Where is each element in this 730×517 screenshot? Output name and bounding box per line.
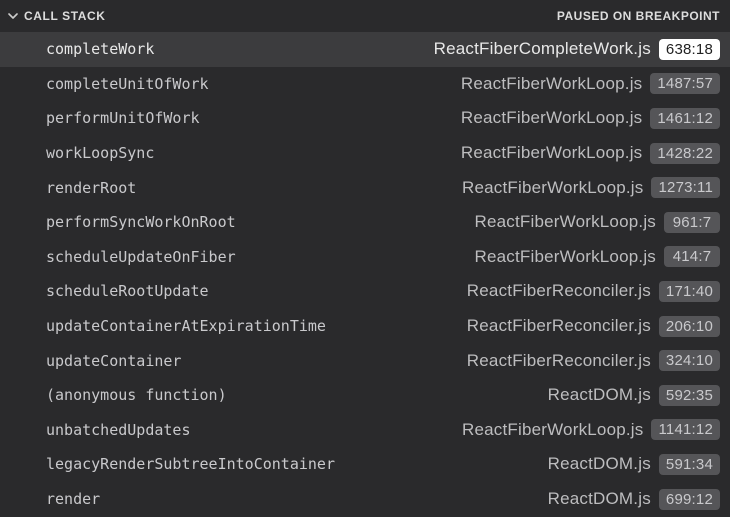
frame-file: ReactFiberReconciler.js <box>467 351 651 371</box>
stack-frame[interactable]: updateContainerAtExpirationTime ReactFibe… <box>0 309 730 344</box>
frame-file: ReactFiberWorkLoop.js <box>462 178 644 198</box>
frame-location: 638:18 <box>659 39 720 60</box>
frame-file: ReactDOM.js <box>548 454 651 474</box>
frame-location: 324:10 <box>659 350 720 371</box>
frame-function: renderRoot <box>46 179 136 197</box>
stack-frame[interactable]: scheduleUpdateOnFiber ReactFiberWorkLoop.… <box>0 240 730 275</box>
stack-frame[interactable]: unbatchedUpdates ReactFiberWorkLoop.js 114… <box>0 413 730 448</box>
chevron-down-icon[interactable] <box>8 11 18 21</box>
stack-frame[interactable]: performUnitOfWork ReactFiberWorkLoop.js 14… <box>0 101 730 136</box>
frame-location: 1461:12 <box>650 108 720 129</box>
frame-file: ReactFiberWorkLoop.js <box>461 143 643 163</box>
frame-file: ReactFiberReconciler.js <box>467 281 651 301</box>
section-title: CALL STACK <box>24 9 106 23</box>
stack-frame[interactable]: renderRoot ReactFiberWorkLoop.js 1273:11 <box>0 170 730 205</box>
frame-file: ReactDOM.js <box>548 385 651 405</box>
stack-frame[interactable]: scheduleRootUpdate ReactFiberReconciler.j… <box>0 274 730 309</box>
stack-frame[interactable]: render ReactDOM.js 699:12 <box>0 482 730 517</box>
frame-function: updateContainerAtExpirationTime <box>46 317 326 335</box>
frame-file: ReactFiberWorkLoop.js <box>474 247 656 267</box>
frame-file: ReactFiberWorkLoop.js <box>461 74 643 94</box>
frame-file: ReactFiberWorkLoop.js <box>461 108 643 128</box>
call-stack-header[interactable]: CALL STACK PAUSED ON BREAKPOINT <box>0 0 730 32</box>
frame-location: 1273:11 <box>651 177 720 198</box>
frame-location: 206:10 <box>659 316 720 337</box>
stack-frame[interactable]: workLoopSync ReactFiberWorkLoop.js 1428:22 <box>0 136 730 171</box>
frame-function: completeUnitOfWork <box>46 75 209 93</box>
frame-function: performSyncWorkOnRoot <box>46 213 236 231</box>
frame-function: unbatchedUpdates <box>46 421 191 439</box>
frame-function: workLoopSync <box>46 144 154 162</box>
stack-frame[interactable]: performSyncWorkOnRoot ReactFiberWorkLoop.… <box>0 205 730 240</box>
stack-frame[interactable]: (anonymous function) ReactDOM.js 592:35 <box>0 378 730 413</box>
frame-function: (anonymous function) <box>46 386 227 404</box>
frame-location: 414:7 <box>664 246 720 267</box>
frame-location: 171:40 <box>659 281 720 302</box>
frame-function: performUnitOfWork <box>46 109 200 127</box>
stack-frame[interactable]: legacyRenderSubtreeIntoContainer ReactDOM… <box>0 447 730 482</box>
stack-frame[interactable]: completeUnitOfWork ReactFiberWorkLoop.js 1… <box>0 67 730 102</box>
frame-location: 699:12 <box>659 489 720 510</box>
frame-location: 592:35 <box>659 385 720 406</box>
frame-file: ReactDOM.js <box>548 489 651 509</box>
frame-function: scheduleRootUpdate <box>46 282 209 300</box>
frame-function: completeWork <box>46 40 154 58</box>
frame-function: render <box>46 490 100 508</box>
pause-status: PAUSED ON BREAKPOINT <box>557 9 720 23</box>
frame-location: 1487:57 <box>650 73 720 94</box>
header-left: CALL STACK <box>8 9 106 23</box>
frame-function: legacyRenderSubtreeIntoContainer <box>46 455 335 473</box>
frame-location: 1141:12 <box>651 419 720 440</box>
frame-function: updateContainer <box>46 352 181 370</box>
call-stack-frames: completeWork ReactFiberCompleteWork.js 638… <box>0 32 730 516</box>
frame-file: ReactFiberCompleteWork.js <box>434 39 651 59</box>
call-stack-panel: CALL STACK PAUSED ON BREAKPOINT complete… <box>0 0 730 517</box>
stack-frame[interactable]: completeWork ReactFiberCompleteWork.js 638… <box>0 32 730 67</box>
frame-file: ReactFiberReconciler.js <box>467 316 651 336</box>
frame-function: scheduleUpdateOnFiber <box>46 248 236 266</box>
frame-location: 1428:22 <box>650 143 720 164</box>
frame-file: ReactFiberWorkLoop.js <box>462 420 644 440</box>
frame-location: 591:34 <box>659 454 720 475</box>
stack-frame[interactable]: updateContainer ReactFiberReconciler.js 32… <box>0 343 730 378</box>
frame-location: 961:7 <box>664 212 720 233</box>
frame-file: ReactFiberWorkLoop.js <box>474 212 656 232</box>
